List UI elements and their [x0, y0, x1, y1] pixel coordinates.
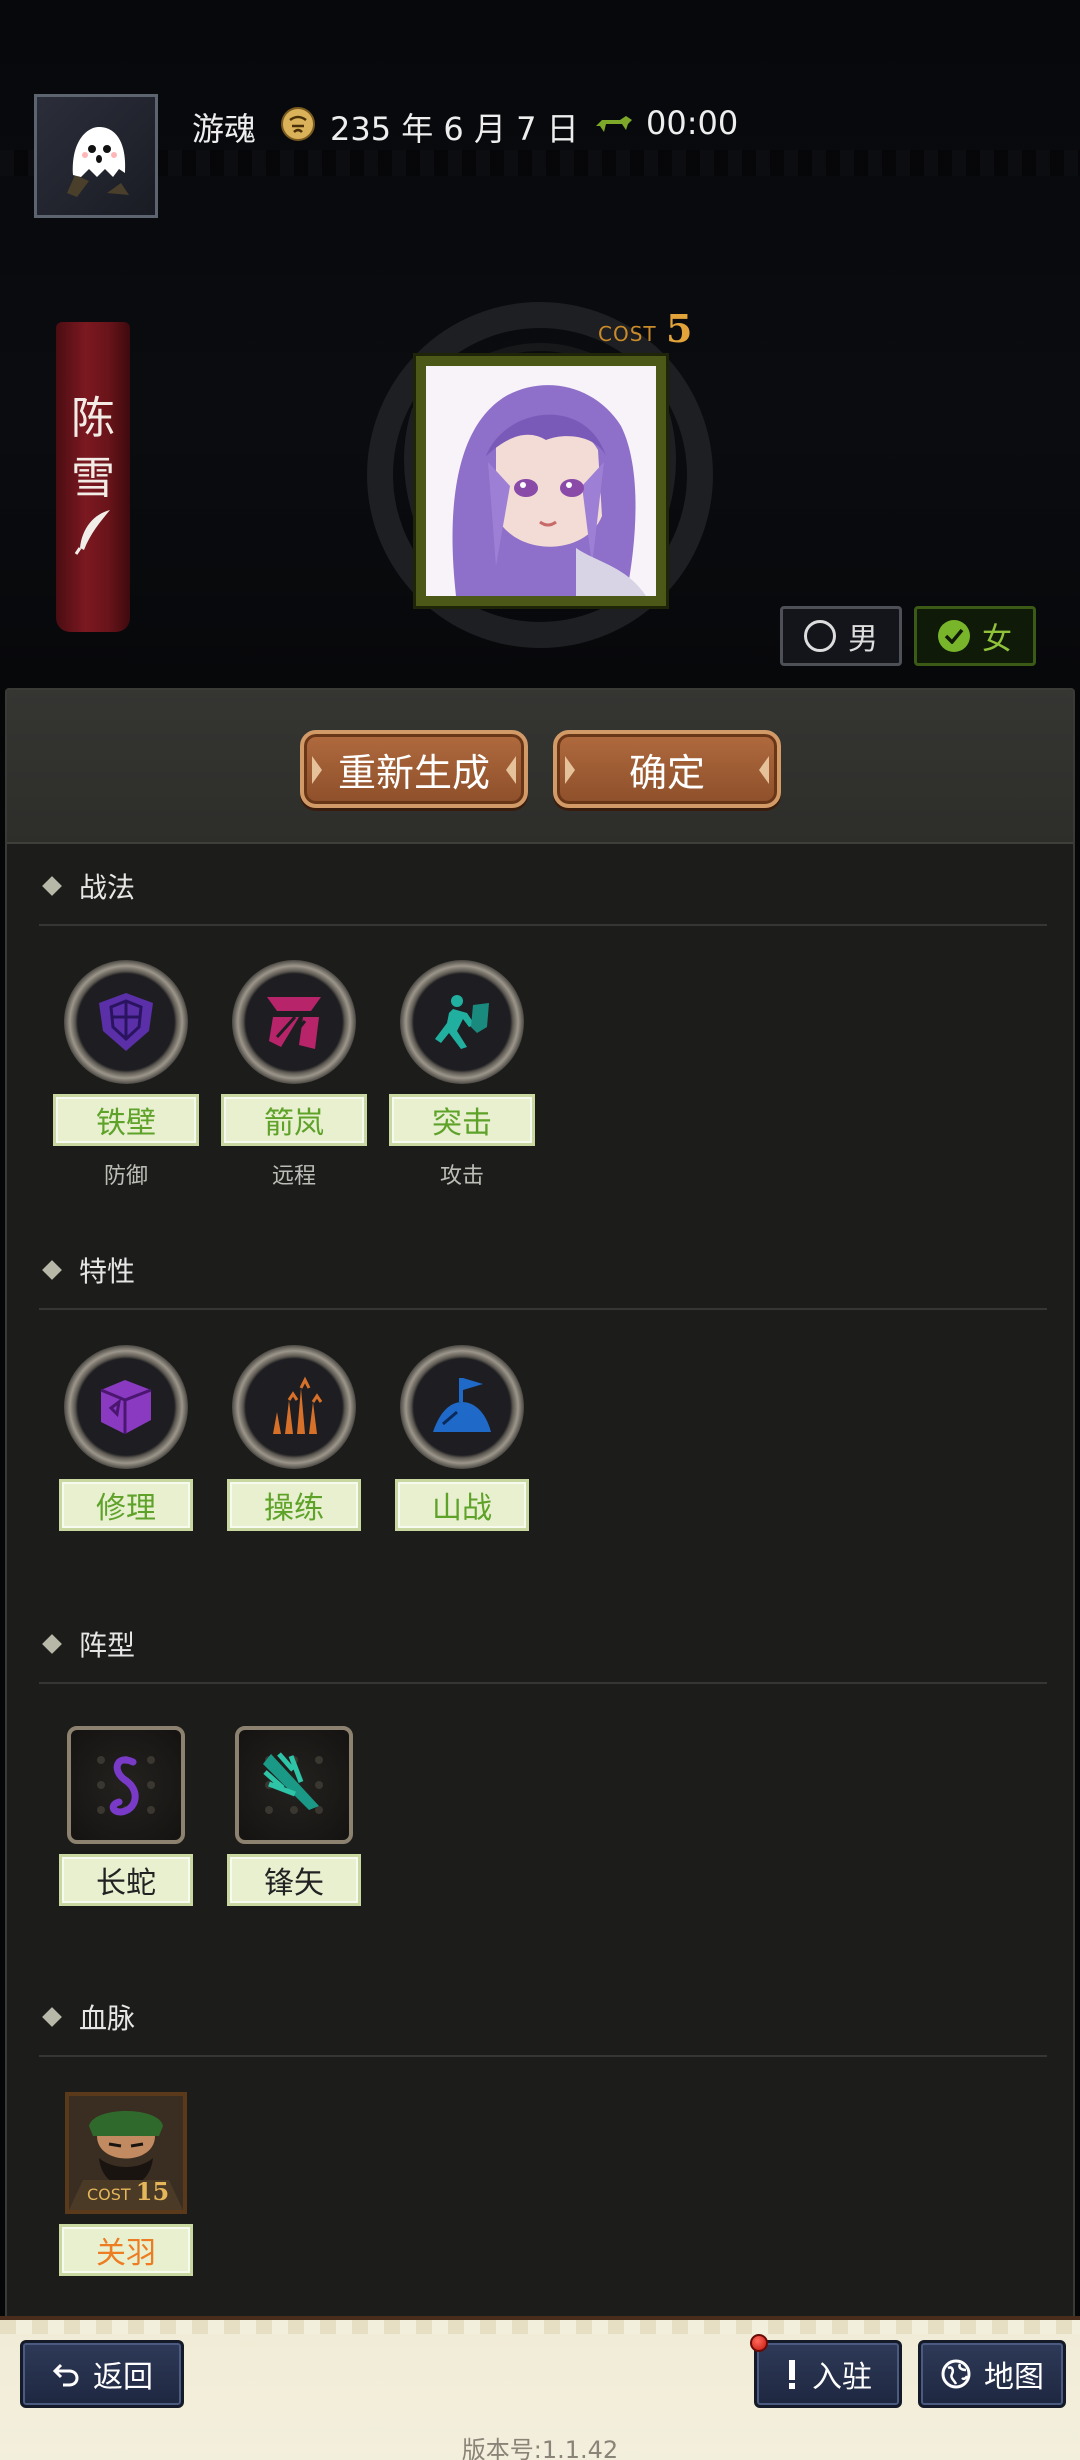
divider	[39, 1682, 1047, 1684]
divider	[39, 924, 1047, 926]
regenerate-button[interactable]: 重新生成	[300, 730, 528, 808]
calendar-seal-icon	[281, 107, 315, 141]
trait-repair-icon	[64, 1345, 188, 1469]
trait-item[interactable]: 修理	[51, 1345, 201, 1531]
section-traits-header: 特性	[42, 1250, 136, 1290]
version-label: 版本号:1.1.42	[461, 2436, 619, 2460]
player-avatar[interactable]	[34, 94, 158, 218]
diamond-icon	[42, 876, 62, 896]
tactic-assault-icon	[400, 960, 524, 1084]
action-bar: 重新生成 确定	[7, 690, 1073, 844]
hero-cost: COST 15	[87, 2177, 169, 2206]
feather-edit-icon[interactable]	[74, 508, 114, 556]
bottom-nav-bar: 返回 入驻 地图 版本号:1.1.42	[0, 2316, 1080, 2460]
section-traits-title: 特性	[79, 1255, 136, 1288]
map-button[interactable]: 地图	[918, 2340, 1066, 2408]
section-tactics-header: 战法	[42, 866, 136, 906]
diamond-icon	[42, 1260, 62, 1280]
character-portrait	[416, 356, 666, 606]
globe-icon	[941, 2359, 971, 2389]
back-button[interactable]: 返回	[20, 2340, 184, 2408]
gender-male-label: 男	[848, 622, 878, 657]
tactic-item[interactable]: 铁壁 防御	[51, 960, 201, 1190]
top-area: 游魂 235 年 6 月 7 日 00:00 陈 雪 COST 5 男 女	[0, 0, 1080, 690]
formation-name: 长蛇	[59, 1854, 193, 1906]
divider	[39, 1308, 1047, 1310]
trait-name: 山战	[395, 1479, 529, 1531]
tactic-iron-wall-icon	[64, 960, 188, 1084]
header-edge	[0, 150, 1080, 176]
tactic-item[interactable]: 箭岚 远程	[219, 960, 369, 1190]
tactic-arrow-storm-icon	[232, 960, 356, 1084]
tactic-item[interactable]: 突击 攻击	[387, 960, 537, 1190]
radio-checked-icon	[938, 620, 970, 652]
back-arrow-icon	[52, 2363, 79, 2387]
hero-cost-label: COST	[87, 2185, 131, 2204]
radio-unchecked-icon	[804, 620, 836, 652]
horse-icon	[596, 116, 632, 132]
exclamation-icon	[789, 2360, 795, 2389]
character-name-banner[interactable]: 陈 雪	[56, 322, 130, 632]
trait-name: 修理	[59, 1479, 193, 1531]
hero-guan-yu-portrait: COST 15	[65, 2092, 187, 2214]
formation-item[interactable]: 锋矢	[219, 1726, 369, 1906]
character-detail-panel: 重新生成 确定 战法 铁壁 防御 箭岚 远程 突击 攻击 特性 修理 操练 山战…	[5, 688, 1075, 2320]
diamond-icon	[42, 1634, 62, 1654]
player-name: 游魂	[192, 110, 257, 148]
ghost-icon	[67, 127, 129, 197]
formation-name: 锋矢	[227, 1854, 361, 1906]
notification-dot	[750, 2334, 768, 2352]
gender-female-label: 女	[982, 622, 1012, 657]
formation-item[interactable]: 长蛇	[51, 1726, 201, 1906]
trait-item[interactable]: 山战	[387, 1345, 537, 1531]
hero-cost-value: 15	[135, 2177, 170, 2206]
trait-drill-icon	[232, 1345, 356, 1469]
game-date: 235 年 6 月 7 日	[330, 110, 579, 148]
formation-arrowhead-icon	[235, 1726, 353, 1844]
cost-value: 5	[666, 306, 693, 351]
section-formations-title: 阵型	[79, 1629, 136, 1662]
map-label: 地图	[984, 2360, 1044, 2395]
section-tactics-title: 战法	[79, 871, 136, 904]
gender-male-option[interactable]: 男	[780, 606, 902, 666]
tactic-type: 防御	[103, 1164, 148, 1189]
confirm-button[interactable]: 确定	[553, 730, 781, 808]
hero-name: 关羽	[59, 2224, 193, 2276]
section-bloodline-title: 血脉	[79, 2002, 136, 2035]
cost-label: COST	[598, 322, 657, 346]
tactic-name: 铁壁	[53, 1094, 199, 1146]
tactic-type: 远程	[271, 1164, 316, 1189]
bloodline-hero-item[interactable]: COST 15 关羽	[51, 2092, 201, 2276]
join-label: 入驻	[812, 2360, 872, 2395]
section-formations-header: 阵型	[42, 1624, 136, 1664]
tactic-type: 攻击	[439, 1164, 484, 1189]
formation-long-snake-icon	[67, 1726, 185, 1844]
gender-female-option[interactable]: 女	[914, 606, 1036, 666]
diamond-icon	[42, 2007, 62, 2027]
trait-item[interactable]: 操练	[219, 1345, 369, 1531]
join-button[interactable]: 入驻	[754, 2340, 902, 2408]
section-bloodline-header: 血脉	[42, 1997, 136, 2037]
tactic-name: 突击	[389, 1094, 535, 1146]
trait-mountain-battle-icon	[400, 1345, 524, 1469]
name-char-1: 陈	[71, 393, 115, 444]
trait-name: 操练	[227, 1479, 361, 1531]
name-char-2: 雪	[71, 453, 115, 504]
back-label: 返回	[93, 2360, 153, 2395]
divider	[39, 2055, 1047, 2057]
bottom-edge	[0, 2320, 1080, 2334]
tactic-name: 箭岚	[221, 1094, 367, 1146]
game-time: 00:00	[646, 104, 739, 142]
